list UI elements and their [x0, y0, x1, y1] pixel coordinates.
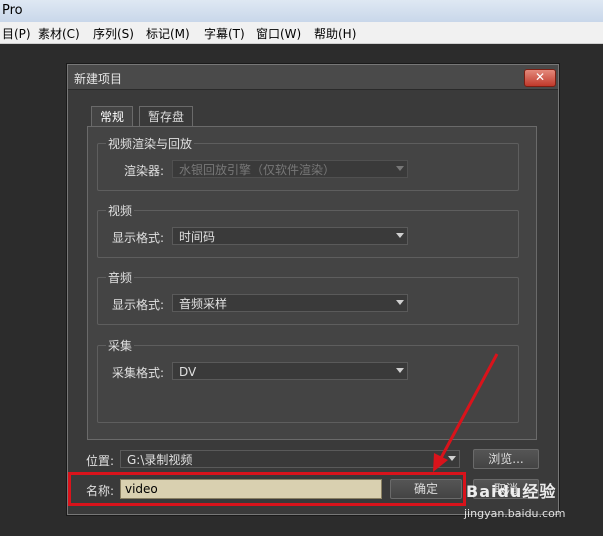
annotation-arrow: [433, 353, 499, 472]
watermark-brand: Baidu经验: [466, 482, 557, 501]
arrow-shaft: [439, 353, 499, 459]
watermark-url: jingyan.baidu.com: [464, 507, 566, 520]
